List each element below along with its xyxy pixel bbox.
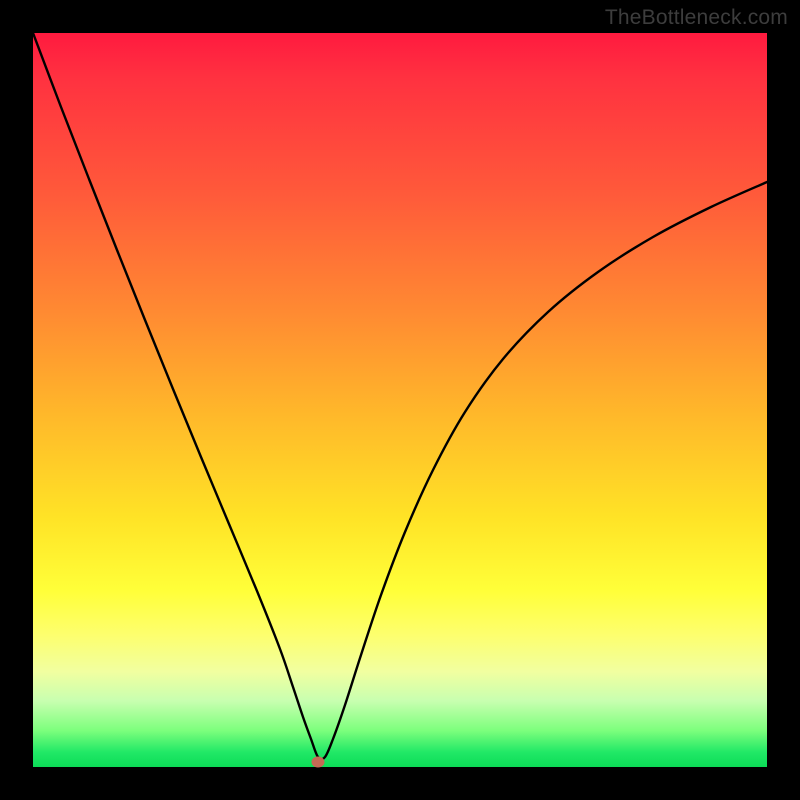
optimal-point-marker bbox=[312, 757, 325, 768]
chart-frame: TheBottleneck.com bbox=[0, 0, 800, 800]
plot-area bbox=[33, 33, 767, 767]
watermark-text: TheBottleneck.com bbox=[605, 6, 788, 30]
bottleneck-curve bbox=[33, 33, 767, 767]
